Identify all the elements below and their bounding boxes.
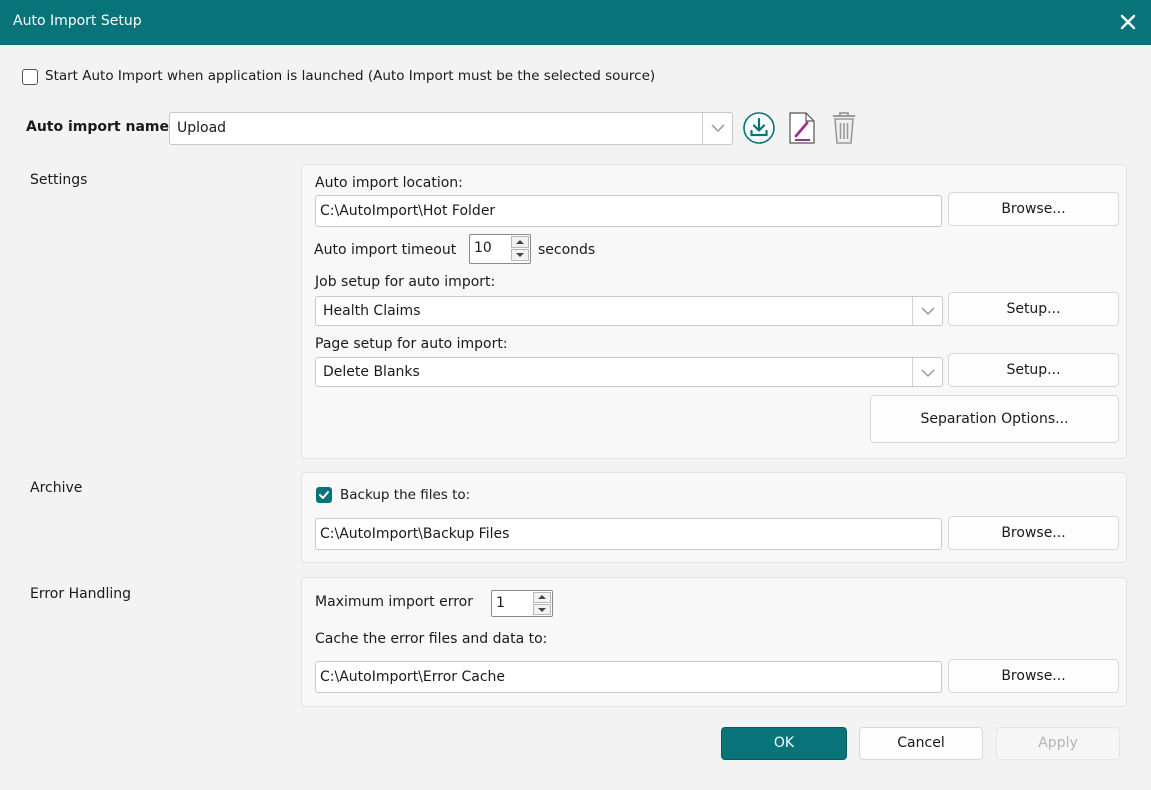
apply-button[interactable]: Apply — [996, 727, 1120, 760]
timeout-stepper[interactable]: 10 — [469, 234, 531, 264]
location-browse-button[interactable]: Browse... — [948, 192, 1119, 226]
error-cache-path-input[interactable]: C:\AutoImport\Error Cache — [315, 661, 942, 693]
cache-error-label: Cache the error files and data to: — [315, 631, 548, 647]
trash-icon[interactable] — [830, 110, 858, 150]
auto-import-timeout-label: Auto import timeout — [314, 242, 457, 258]
edit-document-icon[interactable] — [787, 111, 817, 149]
ok-button[interactable]: OK — [721, 727, 847, 760]
auto-import-location-input[interactable]: C:\AutoImport\Hot Folder — [315, 195, 942, 227]
backup-path-input[interactable]: C:\AutoImport\Backup Files — [315, 518, 942, 550]
chevron-down-icon[interactable] — [702, 113, 732, 144]
timeout-unit-label: seconds — [538, 242, 596, 258]
start-auto-import-checkbox[interactable] — [22, 69, 38, 85]
timeout-value: 10 — [474, 240, 492, 256]
title-bar: Auto Import Setup — [0, 0, 1151, 45]
backup-browse-button[interactable]: Browse... — [948, 516, 1119, 550]
separation-options-button[interactable]: Separation Options... — [870, 395, 1119, 443]
import-download-icon[interactable] — [742, 111, 776, 149]
window-title: Auto Import Setup — [13, 13, 142, 29]
max-import-error-label: Maximum import error — [315, 594, 473, 610]
backup-checkbox[interactable] — [316, 487, 332, 503]
archive-section-label: Archive — [30, 480, 83, 496]
job-setup-value: Health Claims — [323, 303, 421, 319]
chevron-down-icon[interactable] — [912, 358, 942, 386]
auto-import-location-label: Auto import location: — [315, 175, 463, 191]
chevron-down-icon[interactable] — [912, 297, 942, 325]
page-setup-combo[interactable]: Delete Blanks — [315, 357, 943, 387]
max-import-error-stepper[interactable]: 1 — [491, 590, 553, 617]
auto-import-name-label: Auto import name — [26, 119, 169, 135]
job-setup-label: Job setup for auto import: — [315, 274, 496, 290]
timeout-increment-button[interactable] — [511, 236, 529, 248]
page-setup-button[interactable]: Setup... — [948, 353, 1119, 387]
job-setup-combo[interactable]: Health Claims — [315, 296, 943, 326]
backup-files-label: Backup the files to: — [340, 487, 471, 503]
page-setup-label: Page setup for auto import: — [315, 336, 508, 352]
max-error-decrement-button[interactable] — [533, 604, 551, 615]
timeout-decrement-button[interactable] — [511, 249, 529, 261]
settings-section-label: Settings — [30, 172, 88, 188]
close-icon[interactable] — [1119, 13, 1137, 31]
auto-import-name-combo[interactable]: Upload — [169, 112, 733, 145]
max-error-increment-button[interactable] — [533, 592, 551, 603]
auto-import-name-value: Upload — [177, 120, 227, 136]
max-import-error-value: 1 — [496, 595, 505, 611]
error-cache-browse-button[interactable]: Browse... — [948, 659, 1119, 693]
page-setup-value: Delete Blanks — [323, 364, 420, 380]
error-handling-section-label: Error Handling — [30, 586, 131, 602]
start-auto-import-label: Start Auto Import when application is la… — [45, 68, 656, 84]
cancel-button[interactable]: Cancel — [859, 727, 983, 760]
job-setup-button[interactable]: Setup... — [948, 292, 1119, 326]
